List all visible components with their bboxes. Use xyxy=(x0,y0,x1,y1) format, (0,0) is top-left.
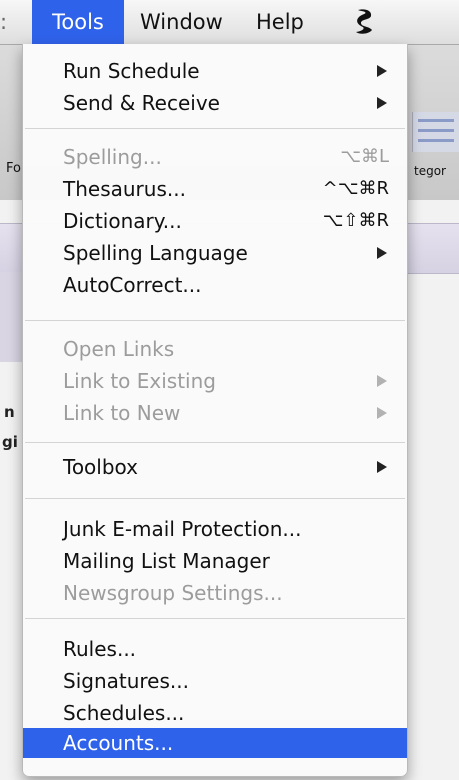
menu-bar: : Tools Window Help xyxy=(0,0,459,45)
background-text-fragment-n: n xyxy=(4,403,15,421)
menu-item-autocorrect[interactable]: AutoCorrect... xyxy=(23,270,407,300)
menu-item-mailing-list-manager[interactable]: Mailing List Manager xyxy=(23,546,407,576)
menu-item-link-to-new[interactable]: Link to New xyxy=(23,398,407,428)
menu-item-run-schedule[interactable]: Run Schedule xyxy=(23,56,407,86)
submenu-arrow-icon xyxy=(377,247,387,259)
menu-separator xyxy=(25,320,405,321)
menu-item-open-links[interactable]: Open Links xyxy=(23,334,407,364)
submenu-arrow-icon xyxy=(377,407,387,419)
menubar-edge-fragment: : xyxy=(0,10,8,34)
menubar-tools[interactable]: Tools xyxy=(32,0,124,44)
shortcut-label: ⌥⌘L xyxy=(340,146,389,167)
categories-icon xyxy=(412,112,459,152)
background-side-panel xyxy=(0,272,24,362)
menu-item-rules[interactable]: Rules... xyxy=(23,634,407,664)
menu-item-newsgroup-settings[interactable]: Newsgroup Settings... xyxy=(23,578,407,608)
menu-item-send-receive[interactable]: Send & Receive xyxy=(23,88,407,118)
menu-item-junk-email-protection[interactable]: Junk E-mail Protection... xyxy=(23,514,407,544)
submenu-arrow-icon xyxy=(377,461,387,473)
shortcut-label: ⌥⇧⌘R xyxy=(322,210,389,231)
menu-separator xyxy=(25,128,405,129)
menu-item-spelling[interactable]: Spelling... ⌥⌘L xyxy=(23,142,407,172)
background-toolbar-fragment-left: Fo xyxy=(6,161,21,176)
submenu-arrow-icon xyxy=(377,97,387,109)
menu-separator xyxy=(25,618,405,619)
menu-item-signatures[interactable]: Signatures... xyxy=(23,666,407,696)
menubar-window[interactable]: Window xyxy=(140,0,223,44)
script-icon[interactable] xyxy=(352,0,382,44)
menubar-help[interactable]: Help xyxy=(256,0,304,44)
menu-item-toolbox[interactable]: Toolbox xyxy=(23,452,407,482)
menu-separator xyxy=(25,498,405,499)
menu-separator xyxy=(25,442,405,443)
menu-item-link-to-existing[interactable]: Link to Existing xyxy=(23,366,407,396)
submenu-arrow-icon xyxy=(377,65,387,77)
shortcut-label: ^⌥⌘R xyxy=(322,178,389,199)
background-toolbar-fragment-right: tegor xyxy=(414,164,446,178)
submenu-arrow-icon xyxy=(377,375,387,387)
menu-item-accounts[interactable]: Accounts... xyxy=(23,728,407,758)
menu-item-spelling-language[interactable]: Spelling Language xyxy=(23,238,407,268)
menu-item-dictionary[interactable]: Dictionary... ⌥⇧⌘R xyxy=(23,206,407,236)
tools-dropdown-menu: Run Schedule Send & Receive Spelling... … xyxy=(22,44,408,777)
menu-item-thesaurus[interactable]: Thesaurus... ^⌥⌘R xyxy=(23,174,407,204)
background-text-fragment-gi: gi xyxy=(2,433,18,451)
menu-item-schedules[interactable]: Schedules... xyxy=(23,698,407,728)
